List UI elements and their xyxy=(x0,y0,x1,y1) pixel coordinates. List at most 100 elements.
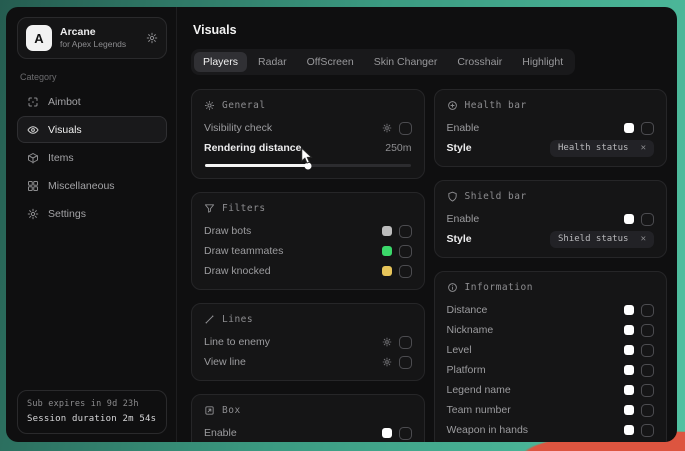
panel-header: Box xyxy=(204,403,412,418)
style-select[interactable]: Health status ✕ xyxy=(550,140,654,157)
setting-label: Line to enemy xyxy=(204,336,270,348)
color-swatch[interactable] xyxy=(624,405,634,415)
checkbox[interactable] xyxy=(399,225,412,238)
checkbox[interactable] xyxy=(641,304,654,317)
checkbox[interactable] xyxy=(641,344,654,357)
panel-title: Shield bar xyxy=(465,191,527,202)
color-swatch[interactable] xyxy=(382,226,392,236)
checkbox[interactable] xyxy=(399,427,412,440)
panel-header: Health bar xyxy=(447,98,655,113)
sidebar-item-visuals[interactable]: Visuals xyxy=(17,116,167,143)
panel-health-bar: Health bar Enable Style Health status ✕ xyxy=(434,89,668,167)
tab-highlight[interactable]: Highlight xyxy=(513,52,572,72)
checkbox[interactable] xyxy=(641,122,654,135)
setting-label: View line xyxy=(204,356,246,368)
shield-icon xyxy=(447,191,458,202)
panel-title: Box xyxy=(222,405,241,416)
color-swatch[interactable] xyxy=(382,266,392,276)
panel-general: General Visibility check Rendering dista… xyxy=(191,89,425,179)
checkbox[interactable] xyxy=(641,364,654,377)
panel-title: Lines xyxy=(222,314,253,325)
setting-row: Line to enemy xyxy=(204,332,412,352)
app-window: A Arcane for Apex Legends Category Aimbo… xyxy=(6,7,677,442)
row-gear-icon[interactable] xyxy=(382,337,392,347)
panel-title: Information xyxy=(465,282,533,293)
setting-row: Distance xyxy=(447,300,655,320)
sidebar-item-items[interactable]: Items xyxy=(17,144,167,171)
slider[interactable] xyxy=(205,164,411,167)
clear-icon[interactable]: ✕ xyxy=(641,144,646,153)
clear-icon[interactable]: ✕ xyxy=(641,235,646,244)
session-duration-text: Session duration 2m 54s xyxy=(27,412,157,426)
setting-label: Style xyxy=(447,142,472,154)
sidebar-item-label: Settings xyxy=(48,208,86,220)
panel-columns: General Visibility check Rendering dista… xyxy=(191,89,667,442)
style-select-value: Shield status xyxy=(558,235,628,244)
checkbox[interactable] xyxy=(399,356,412,369)
setting-label: Style xyxy=(447,233,472,245)
panel-lines: Lines Line to enemy View line xyxy=(191,303,425,381)
row-gear-icon[interactable] xyxy=(382,123,392,133)
checkbox[interactable] xyxy=(399,245,412,258)
setting-row: Nickname xyxy=(447,320,655,340)
setting-row: Level xyxy=(447,340,655,360)
color-swatch[interactable] xyxy=(382,246,392,256)
sub-expiry-text: Sub expires in 9d 23h xyxy=(27,398,157,412)
tab-skin-changer[interactable]: Skin Changer xyxy=(365,52,447,72)
color-swatch[interactable] xyxy=(382,428,392,438)
setting-row: View line xyxy=(204,352,412,372)
sidebar-item-miscellaneous[interactable]: Miscellaneous xyxy=(17,172,167,199)
tab-players[interactable]: Players xyxy=(194,52,247,72)
sidebar-nav: AimbotVisualsItems Miscellaneous Settings xyxy=(17,88,167,227)
box-icon xyxy=(204,405,215,416)
style-select[interactable]: Shield status ✕ xyxy=(550,231,654,248)
row-gear-icon[interactable] xyxy=(382,357,392,367)
color-swatch[interactable] xyxy=(624,305,634,315)
style-select-value: Health status xyxy=(558,144,628,153)
category-label: Category xyxy=(20,72,164,82)
panel-header: Shield bar xyxy=(447,189,655,204)
tab-radar[interactable]: Radar xyxy=(249,52,296,72)
slider-thumb[interactable] xyxy=(304,162,311,169)
page-title: Visuals xyxy=(193,23,667,37)
checkbox[interactable] xyxy=(641,213,654,226)
sidebar-item-settings[interactable]: Settings xyxy=(17,200,167,227)
line-icon xyxy=(204,314,215,325)
setting-label: Enable xyxy=(447,213,480,225)
checkbox[interactable] xyxy=(399,336,412,349)
checkbox[interactable] xyxy=(641,404,654,417)
checkbox[interactable] xyxy=(641,384,654,397)
crosshair-icon xyxy=(27,96,39,108)
setting-label: Distance xyxy=(447,304,488,316)
setting-row: Rendering distance 250m xyxy=(204,138,412,158)
setting-label: Visibility check xyxy=(204,122,272,134)
gear-icon[interactable] xyxy=(146,32,158,44)
color-swatch[interactable] xyxy=(624,325,634,335)
sidebar-item-label: Miscellaneous xyxy=(48,180,115,192)
checkbox[interactable] xyxy=(399,265,412,278)
checkbox[interactable] xyxy=(399,122,412,135)
panel-shield-bar: Shield bar Enable Style Shield status ✕ xyxy=(434,180,668,258)
setting-label: Platform xyxy=(447,364,486,376)
panel-header: Information xyxy=(447,280,655,295)
setting-row: Enable xyxy=(447,118,655,138)
color-swatch[interactable] xyxy=(624,214,634,224)
checkbox[interactable] xyxy=(641,324,654,337)
color-swatch[interactable] xyxy=(624,385,634,395)
setting-label: Level xyxy=(447,344,472,356)
panel-header: Filters xyxy=(204,201,412,216)
color-swatch[interactable] xyxy=(624,425,634,435)
setting-label: Draw teammates xyxy=(204,245,283,257)
panel-title: General xyxy=(222,100,266,111)
eye-icon xyxy=(27,124,39,136)
color-swatch[interactable] xyxy=(624,365,634,375)
color-swatch[interactable] xyxy=(624,123,634,133)
tab-offscreen[interactable]: OffScreen xyxy=(298,52,363,72)
setting-row: Team number xyxy=(447,400,655,420)
color-swatch[interactable] xyxy=(624,345,634,355)
panel-title: Filters xyxy=(222,203,266,214)
tab-crosshair[interactable]: Crosshair xyxy=(448,52,511,72)
checkbox[interactable] xyxy=(641,424,654,437)
setting-row: Style Shield status ✕ xyxy=(447,229,655,249)
sidebar-item-aimbot[interactable]: Aimbot xyxy=(17,88,167,115)
